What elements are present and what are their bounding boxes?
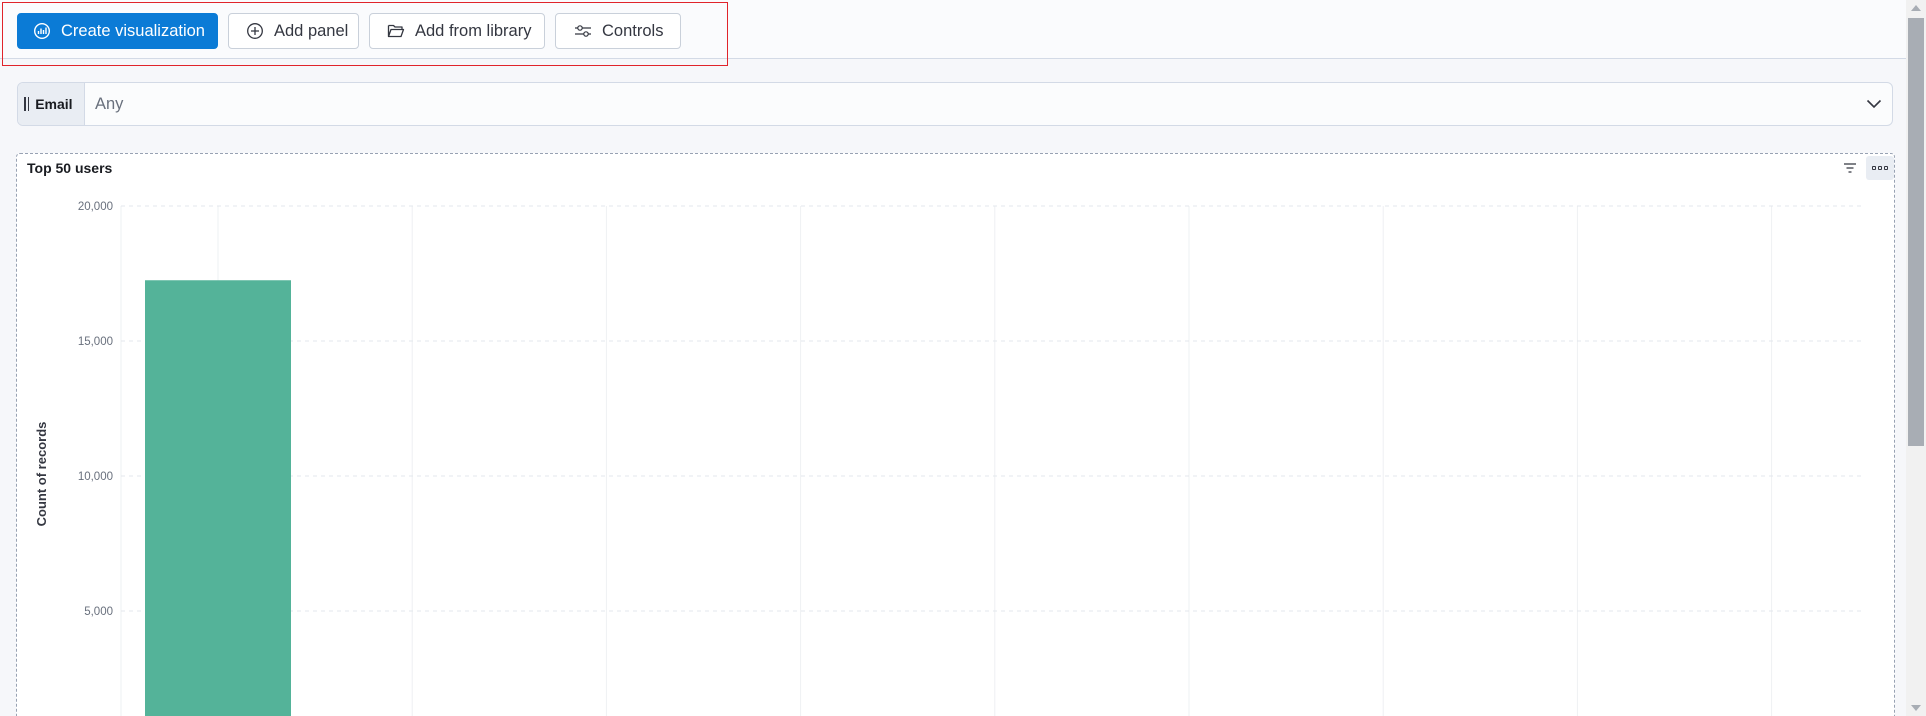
create-visualization-button[interactable]: Create visualization — [17, 13, 218, 49]
panel-title: Top 50 users — [27, 160, 113, 176]
email-control-label-text: Email — [35, 96, 73, 112]
controls-label: Controls — [602, 21, 664, 40]
folder-open-icon — [387, 23, 405, 39]
page-scrollbar[interactable] — [1906, 0, 1926, 716]
y-axis-title: Count of records — [34, 422, 49, 527]
drag-handle-icon[interactable] — [24, 97, 30, 111]
panel-options-menu-icon[interactable] — [1866, 156, 1894, 180]
create-visualization-label: Create visualization — [61, 21, 205, 40]
add-from-library-label: Add from library — [415, 21, 532, 40]
chevron-down-icon[interactable] — [1856, 99, 1892, 109]
email-control-value[interactable]: Any — [85, 95, 1856, 114]
data-bar — [145, 280, 291, 716]
y-tick-label: 5,000 — [84, 606, 113, 618]
scroll-down-arrow-icon[interactable] — [1911, 705, 1921, 711]
add-panel-button[interactable]: Add panel — [228, 13, 359, 49]
y-tick-label: 10,000 — [78, 471, 113, 483]
scrollbar-thumb[interactable] — [1908, 18, 1924, 446]
toolbar-button-group: Create visualization Add panel Add from … — [17, 13, 681, 49]
visualize-app-icon — [33, 22, 51, 40]
y-tick-label: 20,000 — [78, 201, 113, 213]
controls-sliders-icon — [574, 24, 592, 38]
plus-in-circle-icon — [246, 22, 264, 40]
panel-header-actions — [1840, 156, 1894, 180]
controls-button[interactable]: Controls — [555, 13, 681, 49]
top-users-panel: 20,000 15,000 10,000 5,000 Count of records … — [16, 153, 1895, 716]
dashboard-page: Create visualization Add panel Add from … — [0, 0, 1926, 716]
top-users-bar-chart: 20,000 15,000 10,000 5,000 Count of records — [34, 201, 1865, 716]
email-control-label: Email — [18, 83, 85, 125]
filter-icon[interactable] — [1840, 158, 1860, 178]
y-tick-label: 15,000 — [78, 336, 113, 348]
email-options-control[interactable]: Email Any — [17, 82, 1893, 126]
scroll-up-arrow-icon[interactable] — [1911, 5, 1921, 11]
add-from-library-button[interactable]: Add from library — [369, 13, 545, 49]
add-panel-label: Add panel — [274, 21, 349, 40]
